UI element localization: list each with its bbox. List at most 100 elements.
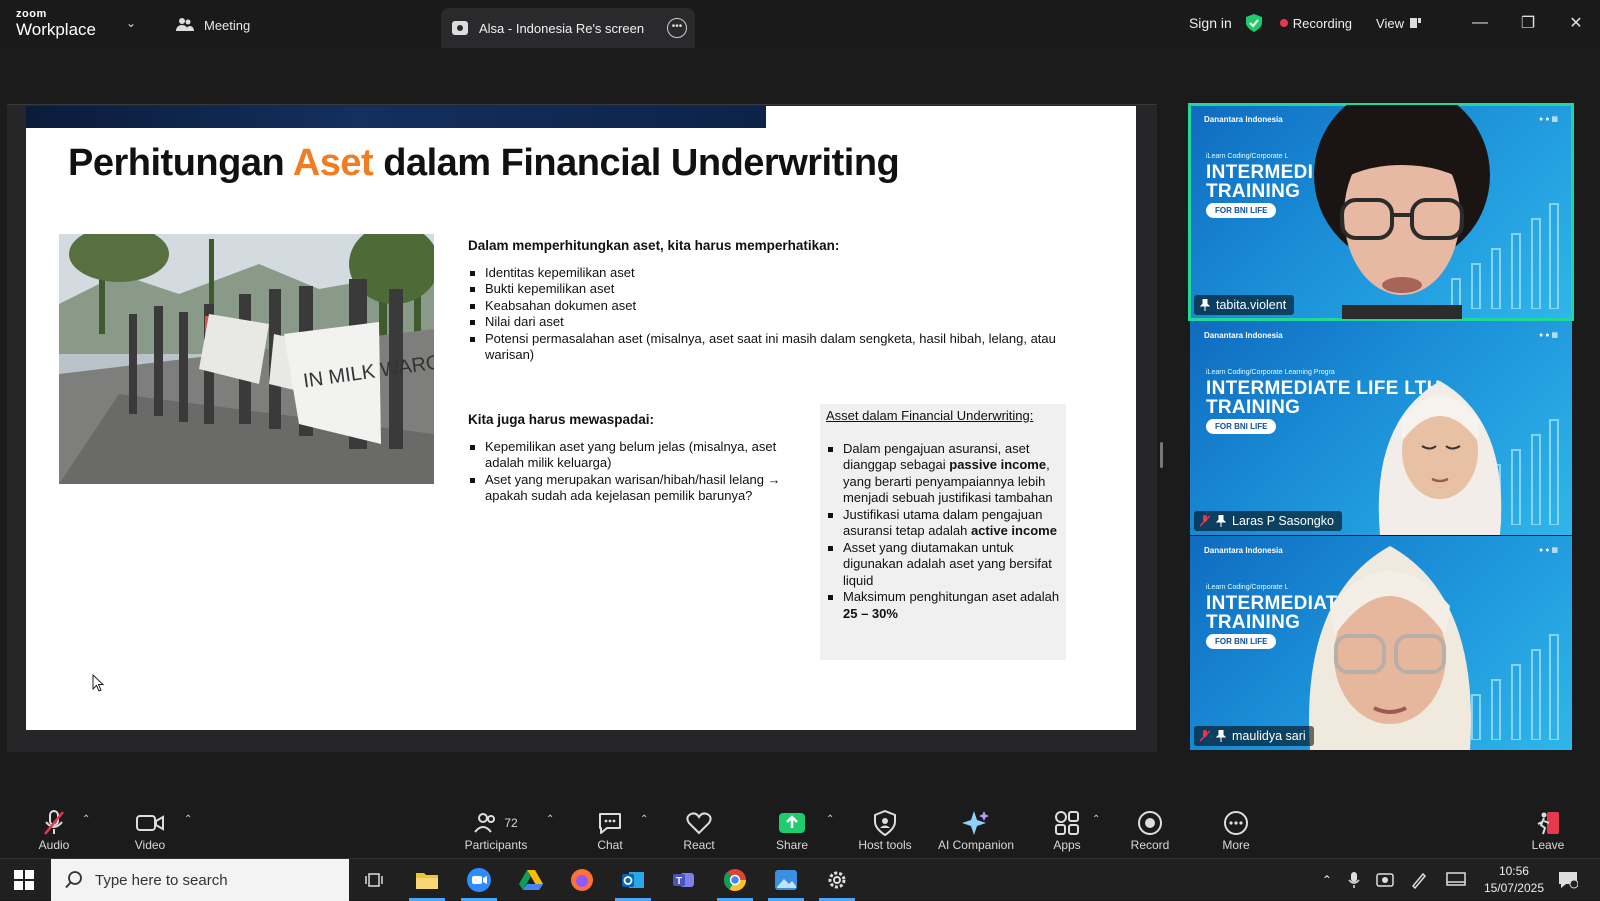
tab-meeting[interactable]: Meeting (176, 12, 250, 38)
recording-dot-icon (1279, 19, 1288, 27)
heart-icon (686, 812, 712, 835)
record-icon (1138, 811, 1162, 835)
slide-section-considerations: Dalam memperhitungkan aset, kita harus m… (468, 238, 1058, 364)
chat-options-caret-icon[interactable]: ⌃ (640, 814, 648, 825)
settings-gear-icon[interactable] (815, 865, 859, 901)
chrome-icon[interactable] (713, 865, 757, 901)
host-tools-button[interactable]: Host tools (845, 808, 925, 856)
leave-button[interactable]: Leave (1508, 808, 1588, 856)
encryption-shield-icon[interactable] (1245, 14, 1262, 32)
google-drive-icon[interactable] (509, 865, 553, 895)
list-item: Dalam pengajuan asuransi, aset dianggap … (826, 441, 1060, 507)
list-item: Bukti kepemilikan aset (468, 281, 1058, 298)
tray-microphone-icon[interactable] (1348, 871, 1360, 889)
taskbar-search-box[interactable]: Type here to search (51, 859, 349, 901)
audio-options-caret-icon[interactable]: ⌃ (82, 814, 90, 825)
zoom-app-icon[interactable] (457, 865, 501, 901)
video-tile[interactable]: Danantara Indonesia ● ● ▦ iLearn Coding/… (1188, 103, 1574, 321)
share-options-caret-icon[interactable]: ⌃ (826, 814, 834, 825)
participant-video (1314, 105, 1490, 319)
recording-label: Recording (1292, 15, 1353, 31)
apps-options-caret-icon[interactable]: ⌃ (1092, 814, 1100, 825)
chat-icon (599, 813, 621, 834)
tray-chevron-up-icon[interactable]: ⌃ (1322, 873, 1332, 887)
share-button[interactable]: Share (752, 808, 832, 856)
panel-resize-handle[interactable] (1160, 442, 1163, 468)
photos-app-icon[interactable] (764, 865, 808, 901)
muted-mic-icon (1200, 515, 1210, 527)
react-button[interactable]: React (659, 808, 739, 856)
windows-start-icon[interactable] (14, 870, 34, 890)
tile-brand-right-logo: ● ● ▦ (1539, 116, 1558, 123)
title-bar: zoom Workplace ⌄ Meeting Alsa - Indonesi… (0, 0, 1600, 48)
share-label: Share (775, 838, 809, 852)
pin-icon (1216, 730, 1226, 742)
tile-program-text: iLearn Coding/Corporate L (1206, 584, 1289, 591)
more-button[interactable]: More (1196, 808, 1276, 856)
task-view-icon[interactable] (352, 865, 396, 895)
tile-brand-left: Danantara Indonesia (1204, 115, 1283, 124)
tray-display-icon[interactable] (1446, 872, 1466, 888)
participant-name: Laras P Sasongko (1232, 514, 1334, 528)
host-shield-icon (874, 810, 896, 836)
list-item: Asset yang diutamakan untuk digunakan ad… (826, 540, 1060, 590)
teams-icon[interactable]: T (662, 865, 706, 895)
ai-companion-button[interactable]: AI Companion (926, 808, 1026, 856)
slide-asset-box: Asset dalam Financial Underwriting: Dala… (820, 404, 1066, 660)
tab-meeting-label: Meeting (204, 17, 251, 33)
file-explorer-icon[interactable] (405, 865, 449, 901)
presentation-slide: Perhitungan Aset dalam Financial Underwr… (26, 106, 1136, 730)
view-menu-button[interactable]: View (1376, 16, 1422, 31)
clock-time: 10:56 (1498, 864, 1529, 878)
video-tile[interactable]: Danantara Indonesia ● ● ▦ iLearn Coding/… (1190, 321, 1572, 535)
recording-indicator[interactable]: Recording (1279, 15, 1353, 31)
participants-count: 72 (504, 816, 518, 830)
chevron-down-icon[interactable]: ⌄ (126, 16, 136, 30)
people-icon (176, 18, 194, 31)
firefox-icon[interactable] (560, 865, 604, 895)
tray-meet-now-icon[interactable] (1376, 872, 1394, 888)
tab-shared-screen[interactable]: Alsa - Indonesia Re's screen ••• (441, 8, 695, 48)
participants-options-caret-icon[interactable]: ⌃ (546, 814, 554, 825)
chat-label: Chat (597, 838, 623, 852)
leave-icon (1537, 812, 1559, 835)
tile-brand-right-logo: ● ● ▦ (1539, 332, 1558, 339)
share-screen-icon (779, 813, 805, 833)
tab-screen-label: Alsa - Indonesia Re's screen (479, 20, 645, 36)
mouse-cursor-icon (92, 674, 104, 692)
notification-center-icon[interactable] (1558, 871, 1578, 889)
outlook-icon[interactable] (611, 865, 655, 901)
participants-button[interactable]: 72 Participants (456, 808, 536, 856)
participant-name: tabita.violent (1216, 298, 1287, 312)
participant-name-tag: maulidya sari (1194, 726, 1314, 746)
tray-pen-icon[interactable] (1410, 871, 1428, 889)
search-placeholder: Type here to search (95, 871, 228, 889)
taskbar-clock[interactable]: 10:56 15/07/2025 (1484, 863, 1544, 897)
video-options-caret-icon[interactable]: ⌃ (184, 814, 192, 825)
participant-name-tag: tabita.violent (1194, 295, 1295, 315)
muted-microphone-icon (44, 810, 64, 835)
participant-name-tag: Laras P Sasongko (1194, 511, 1342, 531)
record-button[interactable]: Record (1110, 808, 1190, 856)
slide-section-warnings: Kita juga harus mewaspadai: Kepemilikan … (468, 412, 798, 505)
restore-icon[interactable]: ❐ (1504, 13, 1552, 33)
participants-icon (474, 813, 496, 833)
list-item: Kepemilikan aset yang belum jelas (misal… (468, 439, 798, 472)
tile-brand-right-logo: ● ● ▦ (1539, 547, 1558, 554)
record-label: Record (1130, 838, 1170, 852)
section1-heading: Dalam memperhitungkan aset, kita harus m… (468, 238, 840, 253)
list-item: Identitas kepemilikan aset (468, 265, 1058, 282)
video-tile[interactable]: Danantara Indonesia ● ● ▦ iLearn Coding/… (1190, 536, 1572, 750)
windows-taskbar: Type here to search T ⌃ 10:56 15/07/2025 (0, 858, 1600, 901)
pin-icon (1216, 515, 1226, 527)
sign-in-link[interactable]: Sign in (1189, 15, 1232, 31)
clock-date: 15/07/2025 (1483, 881, 1544, 895)
minimize-icon[interactable]: — (1456, 14, 1504, 32)
zoom-logo: zoom Workplace (16, 8, 116, 40)
video-button[interactable]: Video (110, 808, 190, 856)
chat-button[interactable]: Chat (570, 808, 650, 856)
close-icon[interactable]: ✕ (1552, 13, 1600, 33)
list-item: Aset yang merupakan warisan/hibah/hasil … (468, 472, 798, 505)
participant-video (1378, 381, 1502, 535)
more-options-icon[interactable]: ••• (667, 18, 687, 38)
